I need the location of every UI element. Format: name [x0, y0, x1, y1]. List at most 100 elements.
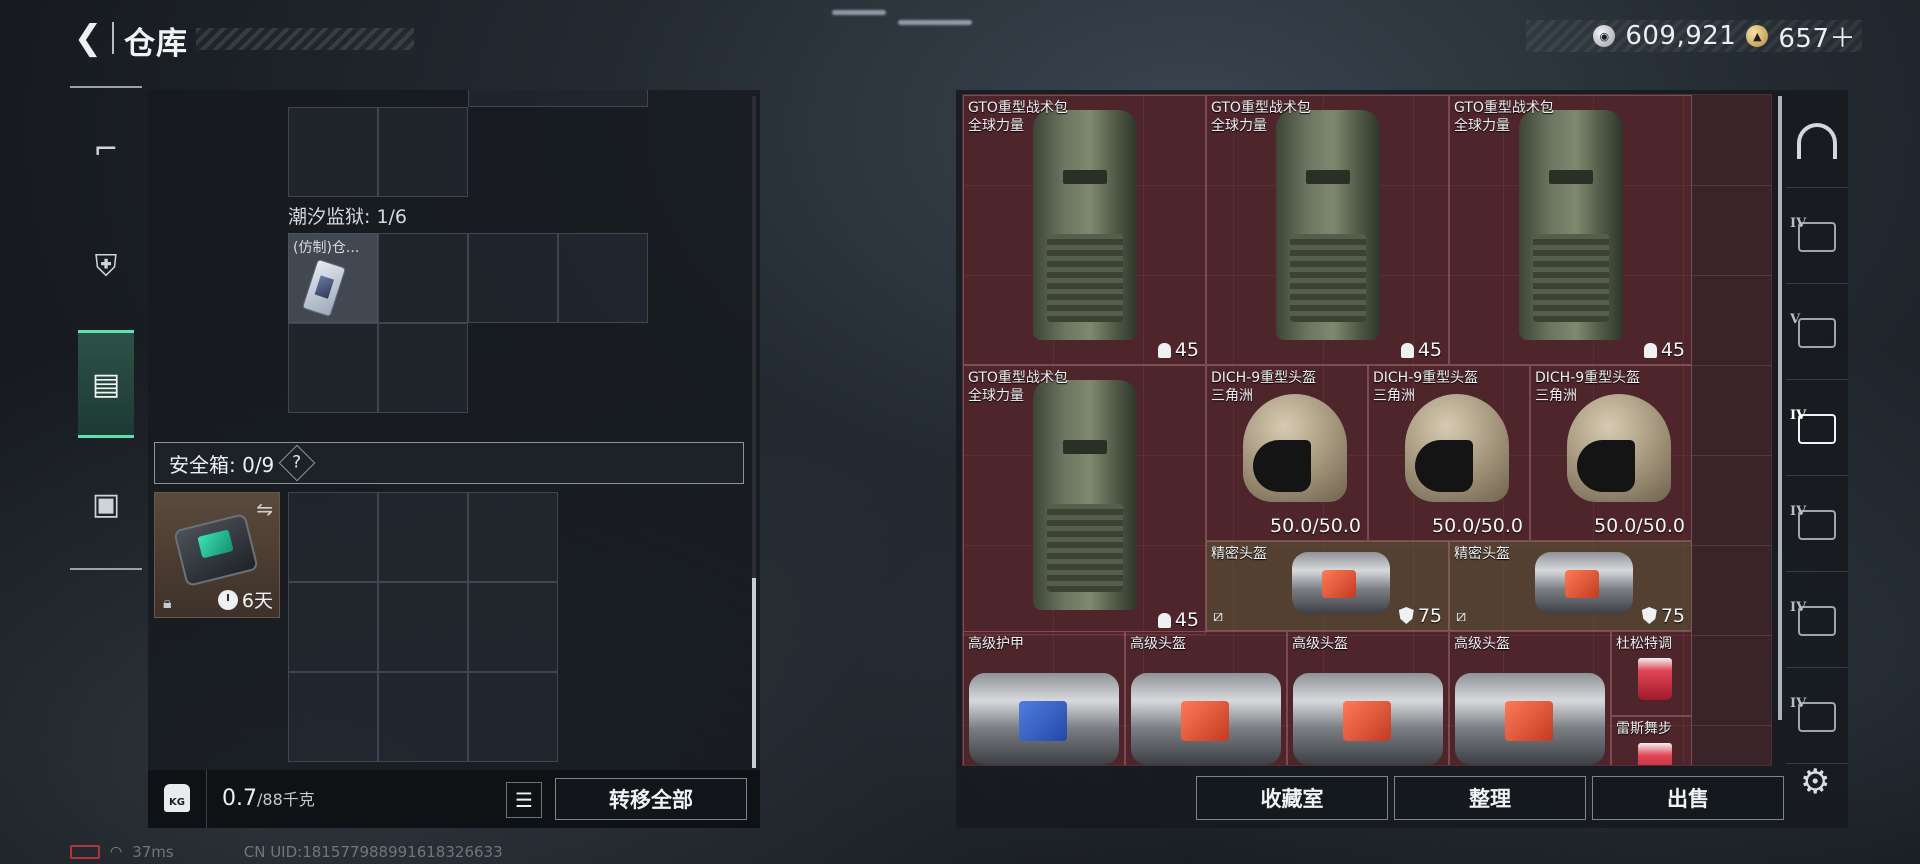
stash-item[interactable]: DICH-9重型头盔 三角洲 50.0/50.0	[1206, 365, 1368, 541]
stash-item[interactable]: 高级头盔	[1287, 630, 1449, 765]
safe-slot[interactable]	[378, 672, 468, 762]
safe-slot[interactable]	[468, 492, 558, 582]
title-separator	[112, 22, 114, 54]
stash-item[interactable]: 精密头盔 ⧄ 75	[1449, 540, 1692, 631]
stash-scrollbar[interactable]	[1778, 96, 1782, 720]
emblem-patch	[1343, 701, 1391, 741]
status-line: ◠ 37ms CN UID:181577988991618326633	[70, 843, 503, 861]
grid-slot[interactable]	[468, 233, 558, 323]
grid-slot[interactable]	[378, 107, 468, 197]
cocktail-icon	[1638, 743, 1672, 765]
safe-slot[interactable]	[378, 582, 468, 672]
stash-item[interactable]: GTO重型战术包 全球力量 45	[1449, 95, 1692, 365]
armor-vest-icon: ⛨	[94, 248, 118, 284]
grid-slot[interactable]	[558, 233, 648, 323]
grid-slot[interactable]	[288, 323, 378, 413]
gear-bag-icon	[1131, 673, 1281, 765]
stash-item-subtitle: 全球力量	[968, 388, 1024, 404]
category-tier-label: IV	[1790, 600, 1807, 615]
stash-item-title: 杜松特调	[1616, 635, 1672, 652]
help-icon[interactable]: ?	[278, 444, 316, 482]
stash-item[interactable]: DICH-9重型头盔 三角洲 50.0/50.0	[1530, 365, 1692, 541]
stash-item[interactable]: 高级头盔	[1449, 630, 1611, 765]
stash-item[interactable]: 精密头盔 ⧄ 75	[1206, 540, 1449, 631]
category-tab[interactable]: IV	[1786, 574, 1848, 668]
category-tier-label: IV	[1790, 504, 1807, 519]
stash-item[interactable]: DICH-9重型头盔 三角洲 50.0/50.0	[1368, 365, 1530, 541]
category-rail: IV V IV IV IV IV	[1786, 94, 1848, 764]
stash-item-value: 75	[1641, 605, 1685, 627]
list-view-button[interactable]: ☰	[506, 782, 542, 818]
grid-slot[interactable]	[378, 323, 468, 413]
stash-item-title: 高级头盔	[1454, 635, 1510, 652]
back-button[interactable]: ❮	[70, 18, 106, 58]
stash-item-title: 高级头盔	[1130, 635, 1186, 652]
container-capacity-label: 潮汐监狱: 1/6	[288, 206, 408, 228]
category-tab[interactable]: IV	[1786, 478, 1848, 572]
stash-item-name: GTO重型战术包 全球力量	[968, 99, 1068, 135]
stash-item-value: 45	[1400, 339, 1442, 361]
safe-box-label: 安全箱: 0/9	[169, 452, 275, 477]
tab-weapons[interactable]: ⌐	[78, 111, 134, 187]
sell-button[interactable]: 出售	[1592, 776, 1784, 820]
grid-slot[interactable]	[378, 233, 468, 323]
grid-slot[interactable]	[288, 107, 378, 197]
stash-item-name: 高级头盔	[1454, 635, 1510, 653]
stash-item[interactable]: 杜松特调	[1611, 630, 1692, 716]
stash-item[interactable]: GTO重型战术包 全球力量 45	[963, 95, 1206, 365]
left-tab-rail: ⌐ ⛨ ▤ ▣	[70, 86, 142, 570]
tab-armor[interactable]: ⛨	[78, 228, 134, 304]
capacity-icon	[1643, 342, 1657, 358]
stash-item-title: DICH-9重型头盔	[1211, 370, 1317, 386]
list-icon: ☰	[515, 788, 533, 812]
stash-item[interactable]: 高级头盔	[1125, 630, 1287, 765]
safe-slot[interactable]	[378, 492, 468, 582]
stash-item-name: DICH-9重型头盔 三角洲	[1373, 369, 1478, 405]
tab-cases[interactable]: ▣	[78, 466, 134, 542]
category-tab[interactable]: V	[1786, 286, 1848, 380]
organize-button[interactable]: 整理	[1394, 776, 1586, 820]
stash-item[interactable]: GTO重型战术包 全球力量 45	[1206, 95, 1449, 365]
container-item[interactable]: (仿制)仓...	[288, 233, 378, 323]
category-tab[interactable]: IV	[1786, 670, 1848, 764]
safe-box-icon	[173, 512, 259, 588]
stash-item-title: 精密头盔	[1211, 545, 1267, 562]
broken-durability-icon: ⧄	[1213, 605, 1224, 625]
stash-item-name: 高级护甲	[968, 635, 1024, 653]
tab-backpack[interactable]: ▤	[78, 330, 134, 438]
stash-item-subtitle: 全球力量	[1211, 118, 1267, 134]
stash-item[interactable]: 雷斯舞步	[1611, 716, 1692, 765]
battery-icon	[70, 845, 100, 859]
safe-slot[interactable]	[468, 672, 558, 762]
emblem-patch	[1505, 701, 1553, 741]
safe-slot[interactable]	[468, 582, 558, 672]
stash-item[interactable]: 高级护甲	[963, 630, 1125, 765]
wifi-icon: ◠	[110, 844, 123, 860]
collection-room-button[interactable]: 收藏室	[1196, 776, 1388, 820]
backpack-icon	[1518, 110, 1623, 340]
stash-item-title: 精密头盔	[1454, 545, 1510, 562]
transfer-all-button[interactable]: 转移全部	[555, 778, 747, 820]
briefcase-icon: ▣	[91, 486, 121, 522]
safe-slot[interactable]	[288, 492, 378, 582]
category-tab[interactable]	[1786, 94, 1848, 188]
gold-currency-value[interactable]: 657＋	[1778, 18, 1856, 55]
safe-box-header: 安全箱: 0/9 ?	[154, 442, 744, 484]
stash-item-name: 杜松特调	[1616, 635, 1672, 653]
swap-icon[interactable]: ⇋	[256, 497, 273, 521]
helmet-icon	[1567, 394, 1671, 502]
rail-divider	[70, 86, 142, 88]
grid-slot[interactable]	[468, 90, 648, 107]
category-tab[interactable]: IV	[1786, 190, 1848, 284]
container-scrollbar[interactable]	[752, 578, 756, 768]
safe-slot[interactable]	[288, 672, 378, 762]
safe-slot[interactable]	[288, 582, 378, 672]
helmet-icon	[1405, 394, 1509, 502]
category-tab[interactable]: IV	[1786, 382, 1848, 476]
stash-item-title: 雷斯舞步	[1616, 721, 1672, 737]
shield-icon	[1398, 607, 1414, 624]
gear-icon[interactable]: ⚙	[1800, 762, 1830, 802]
safe-box-item[interactable]: ⇋ 🔒︎ 6天	[154, 492, 280, 618]
backpack-icon	[1032, 110, 1137, 340]
stash-item[interactable]: GTO重型战术包 全球力量 45	[963, 365, 1206, 635]
